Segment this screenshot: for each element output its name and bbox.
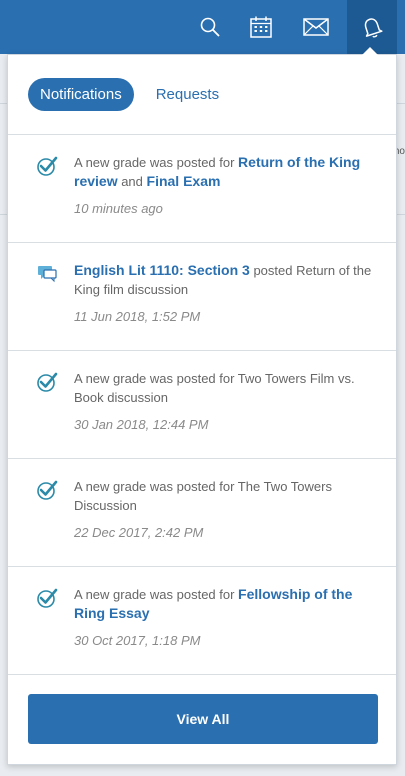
notification-message: A new grade was posted for Return of the…: [74, 153, 376, 191]
notifications-panel: Notifications Requests A new grade was p…: [7, 47, 397, 765]
message-text: A new grade was posted for: [74, 155, 239, 170]
search-icon[interactable]: [185, 0, 235, 54]
notification-item[interactable]: A new grade was posted for Return of the…: [8, 135, 396, 243]
notification-time: 11 Jun 2018, 1:52 PM: [74, 309, 201, 324]
notification-message: A new grade was posted for Fellowship of…: [74, 585, 376, 623]
notification-time: 30 Jan 2018, 12:44 PM: [74, 417, 209, 432]
notification-message: A new grade was posted for The Two Tower…: [74, 479, 332, 513]
notification-item[interactable]: English Lit 1110: Section 3 posted Retur…: [8, 243, 396, 351]
check-icon: [36, 587, 58, 609]
mail-icon[interactable]: [291, 0, 341, 54]
panel-footer: View All: [8, 674, 396, 764]
tab-notifications[interactable]: Notifications: [28, 78, 134, 111]
notification-message: A new grade was posted for Two Towers Fi…: [74, 371, 355, 405]
comment-icon: [36, 263, 58, 285]
notification-list: A new grade was posted for Return of the…: [8, 135, 396, 675]
check-icon: [36, 155, 58, 177]
view-all-button[interactable]: View All: [28, 694, 378, 744]
message-text: A new grade was posted for: [74, 587, 239, 602]
notification-item[interactable]: A new grade was posted for The Two Tower…: [8, 459, 396, 567]
notification-time: 22 Dec 2017, 2:42 PM: [74, 525, 204, 540]
bell-icon[interactable]: [347, 0, 397, 54]
course-link[interactable]: English Lit 1110: Section 3: [74, 262, 250, 278]
message-text: and: [117, 174, 147, 189]
notification-item[interactable]: A new grade was posted for Two Towers Fi…: [8, 351, 396, 459]
notification-message: English Lit 1110: Section 3 posted Retur…: [74, 261, 376, 299]
panel-tabs: Notifications Requests: [8, 55, 396, 135]
assignment-link[interactable]: Final Exam: [147, 173, 221, 189]
tab-requests[interactable]: Requests: [144, 78, 231, 111]
top-bar: [0, 0, 405, 54]
check-icon: [36, 371, 58, 393]
check-icon: [36, 479, 58, 501]
calendar-icon[interactable]: [236, 0, 286, 54]
notification-item[interactable]: A new grade was posted for Fellowship of…: [8, 567, 396, 675]
notification-time: 10 minutes ago: [74, 201, 163, 216]
notification-time: 30 Oct 2017, 1:18 PM: [74, 633, 201, 648]
